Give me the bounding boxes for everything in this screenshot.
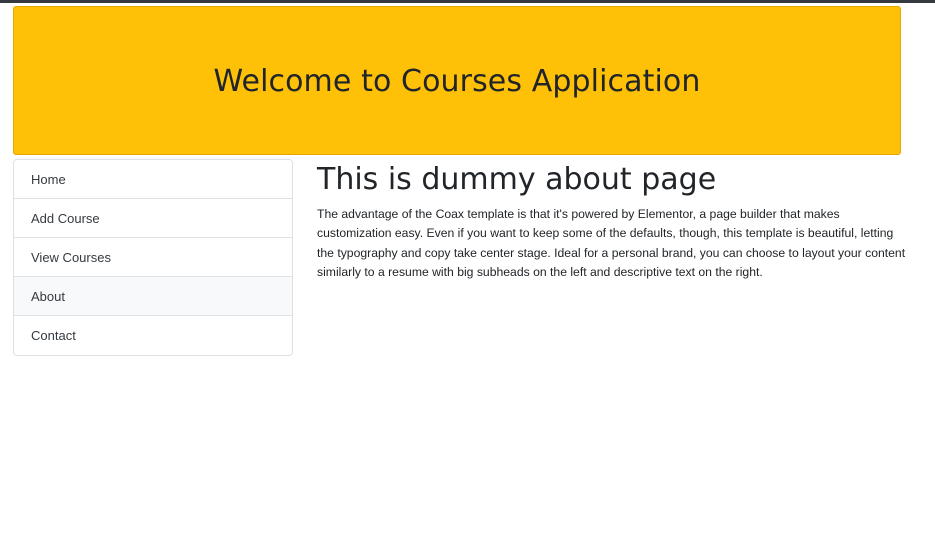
sidebar-menu: Home Add Course View Courses About Conta… [13, 159, 293, 356]
page-title: This is dummy about page [317, 162, 717, 197]
main-content: This is dummy about page The advantage o… [317, 160, 907, 283]
welcome-banner: Welcome to Courses Application [13, 6, 901, 155]
page-description: The advantage of the Coax template is th… [317, 207, 906, 280]
menu-item-contact[interactable]: Contact [14, 316, 292, 355]
menu-item-home[interactable]: Home [14, 160, 292, 199]
menu-item-add-course[interactable]: Add Course [14, 199, 292, 238]
menu-item-view-courses[interactable]: View Courses [14, 238, 292, 277]
banner-title: Welcome to Courses Application [213, 64, 701, 99]
menu-item-about[interactable]: About [14, 277, 292, 316]
top-border-strip [0, 0, 935, 3]
